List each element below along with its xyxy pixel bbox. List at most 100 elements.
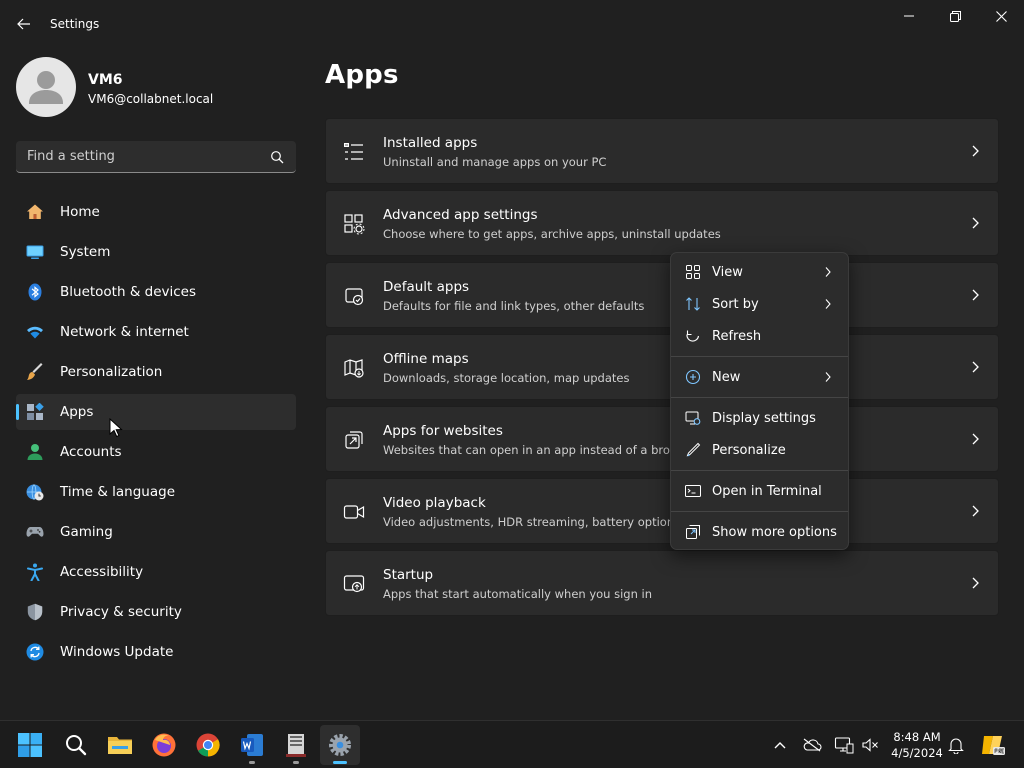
card-startup[interactable]: Startup Apps that start automatically wh…: [325, 550, 999, 616]
bell-icon: [948, 738, 964, 754]
clock-date[interactable]: 4/5/2024: [885, 746, 949, 760]
update-icon: [26, 643, 44, 661]
card-title: Advanced app settings: [383, 207, 538, 223]
restore-button[interactable]: [932, 0, 978, 32]
chevron-right-icon: [972, 433, 979, 445]
card-offline-maps[interactable]: Offline maps Downloads, storage location…: [325, 334, 999, 400]
sidebar-item-label: System: [60, 244, 111, 260]
menu-item-label: Open in Terminal: [712, 484, 822, 499]
sidebar-item-network[interactable]: Network & internet: [16, 314, 296, 350]
start-icon: [18, 733, 42, 757]
tray-overflow-button[interactable]: [770, 735, 790, 755]
globe-clock-icon: [26, 484, 44, 501]
sidebar-item-home[interactable]: Home: [16, 194, 296, 230]
sidebar-item-gaming[interactable]: Gaming: [16, 514, 296, 550]
clock-time[interactable]: 8:48 AM: [885, 730, 949, 744]
close-button[interactable]: [978, 0, 1024, 32]
submenu-chevron-icon: [825, 299, 831, 309]
map-icon: [344, 359, 364, 378]
card-description: Websites that can open in an app instead…: [383, 443, 693, 457]
taskbar-start-button[interactable]: [10, 725, 50, 765]
search-icon[interactable]: [270, 150, 284, 164]
firefox-icon: [152, 733, 176, 757]
sidebar-item-apps[interactable]: Apps: [16, 394, 296, 430]
sidebar-item-bluetooth[interactable]: Bluetooth & devices: [16, 274, 296, 310]
menu-item-label: Show more options: [712, 525, 837, 540]
search-box[interactable]: [16, 141, 296, 173]
menu-item-label: View: [712, 265, 743, 280]
card-apps-for-websites[interactable]: Apps for websites Websites that can open…: [325, 406, 999, 472]
back-button[interactable]: [8, 8, 40, 40]
sidebar-item-label: Time & language: [60, 484, 176, 500]
card-description: Defaults for file and link types, other …: [383, 299, 645, 313]
chevron-right-icon: [972, 361, 979, 373]
menu-item-personalize[interactable]: Personalize: [675, 435, 846, 465]
taskbar-file-explorer[interactable]: [100, 725, 140, 765]
card-video-playback[interactable]: Video playback Video adjustments, HDR st…: [325, 478, 999, 544]
menu-item-label: Personalize: [712, 443, 786, 458]
search-icon: [66, 735, 87, 756]
card-advanced-app-settings[interactable]: Advanced app settings Choose where to ge…: [325, 190, 999, 256]
menu-item-display-settings[interactable]: Display settings: [675, 403, 846, 433]
card-title: Apps for websites: [383, 423, 503, 439]
tray-copilot-preview[interactable]: [980, 733, 1006, 757]
taskbar-word[interactable]: [232, 725, 272, 765]
chevron-right-icon: [972, 505, 979, 517]
taskbar-firefox[interactable]: [144, 725, 184, 765]
wifi-icon: [27, 326, 43, 339]
sidebar-nav: Home System Bluetooth & devices Network …: [16, 194, 296, 674]
mouse-cursor-icon: [109, 418, 123, 438]
sort-icon: [686, 297, 700, 311]
taskbar: 8:48 AM 4/5/2024: [0, 720, 1024, 768]
user-email: VM6@collabnet.local: [88, 92, 214, 106]
sidebar-item-windows-update[interactable]: Windows Update: [16, 634, 296, 670]
card-description: Downloads, storage location, map updates: [383, 371, 630, 385]
card-title: Default apps: [383, 279, 470, 295]
card-installed-apps[interactable]: Installed apps Uninstall and manage apps…: [325, 118, 999, 184]
card-title: Installed apps: [383, 135, 478, 151]
sidebar-item-accounts[interactable]: Accounts: [16, 434, 296, 470]
taskbar-chrome[interactable]: [188, 725, 228, 765]
user-silhouette-icon: [29, 71, 63, 104]
tray-network[interactable]: [834, 735, 854, 755]
sidebar-item-time-language[interactable]: Time & language: [16, 474, 296, 510]
sidebar-item-system[interactable]: System: [16, 234, 296, 270]
card-title: Offline maps: [383, 351, 469, 367]
sidebar-item-accessibility[interactable]: Accessibility: [16, 554, 296, 590]
gamepad-icon: [26, 527, 44, 537]
tray-onedrive[interactable]: [802, 735, 822, 755]
minimize-button[interactable]: [886, 0, 932, 32]
brush-icon: [27, 363, 43, 380]
tray-notifications[interactable]: [946, 735, 966, 755]
menu-item-view[interactable]: View: [675, 257, 846, 287]
taskbar-settings[interactable]: [320, 725, 360, 765]
menu-separator: [671, 356, 848, 357]
avatar[interactable]: [16, 57, 76, 117]
menu-item-sort-by[interactable]: Sort by: [675, 289, 846, 319]
chevron-right-icon: [972, 217, 979, 229]
tray-volume[interactable]: [860, 735, 880, 755]
card-default-apps[interactable]: Default apps Defaults for file and link …: [325, 262, 999, 328]
taskbar-search-button[interactable]: [56, 725, 96, 765]
taskbar-server-app[interactable]: [276, 725, 316, 765]
menu-item-open-in-terminal[interactable]: Open in Terminal: [675, 476, 846, 506]
view-grid-icon: [686, 265, 700, 279]
new-plus-icon: [685, 369, 701, 385]
default-apps-icon: [345, 288, 364, 306]
cloud-offline-icon: [803, 738, 822, 752]
menu-item-new[interactable]: New: [675, 362, 846, 392]
sidebar-item-label: Personalization: [60, 364, 163, 380]
menu-item-refresh[interactable]: Refresh: [675, 321, 846, 351]
sidebar-item-label: Accounts: [60, 444, 122, 460]
user-name: VM6: [88, 72, 123, 88]
sidebar-item-personalization[interactable]: Personalization: [16, 354, 296, 390]
menu-item-show-more-options[interactable]: Show more options: [675, 517, 846, 547]
card-title: Video playback: [383, 495, 486, 511]
sidebar-item-privacy-security[interactable]: Privacy & security: [16, 594, 296, 630]
search-input[interactable]: [16, 141, 266, 172]
chevron-right-icon: [972, 289, 979, 301]
apps-icon: [27, 403, 44, 420]
sidebar-item-label: Bluetooth & devices: [60, 284, 197, 300]
sidebar-item-label: Apps: [60, 404, 94, 420]
chevron-right-icon: [972, 577, 979, 589]
